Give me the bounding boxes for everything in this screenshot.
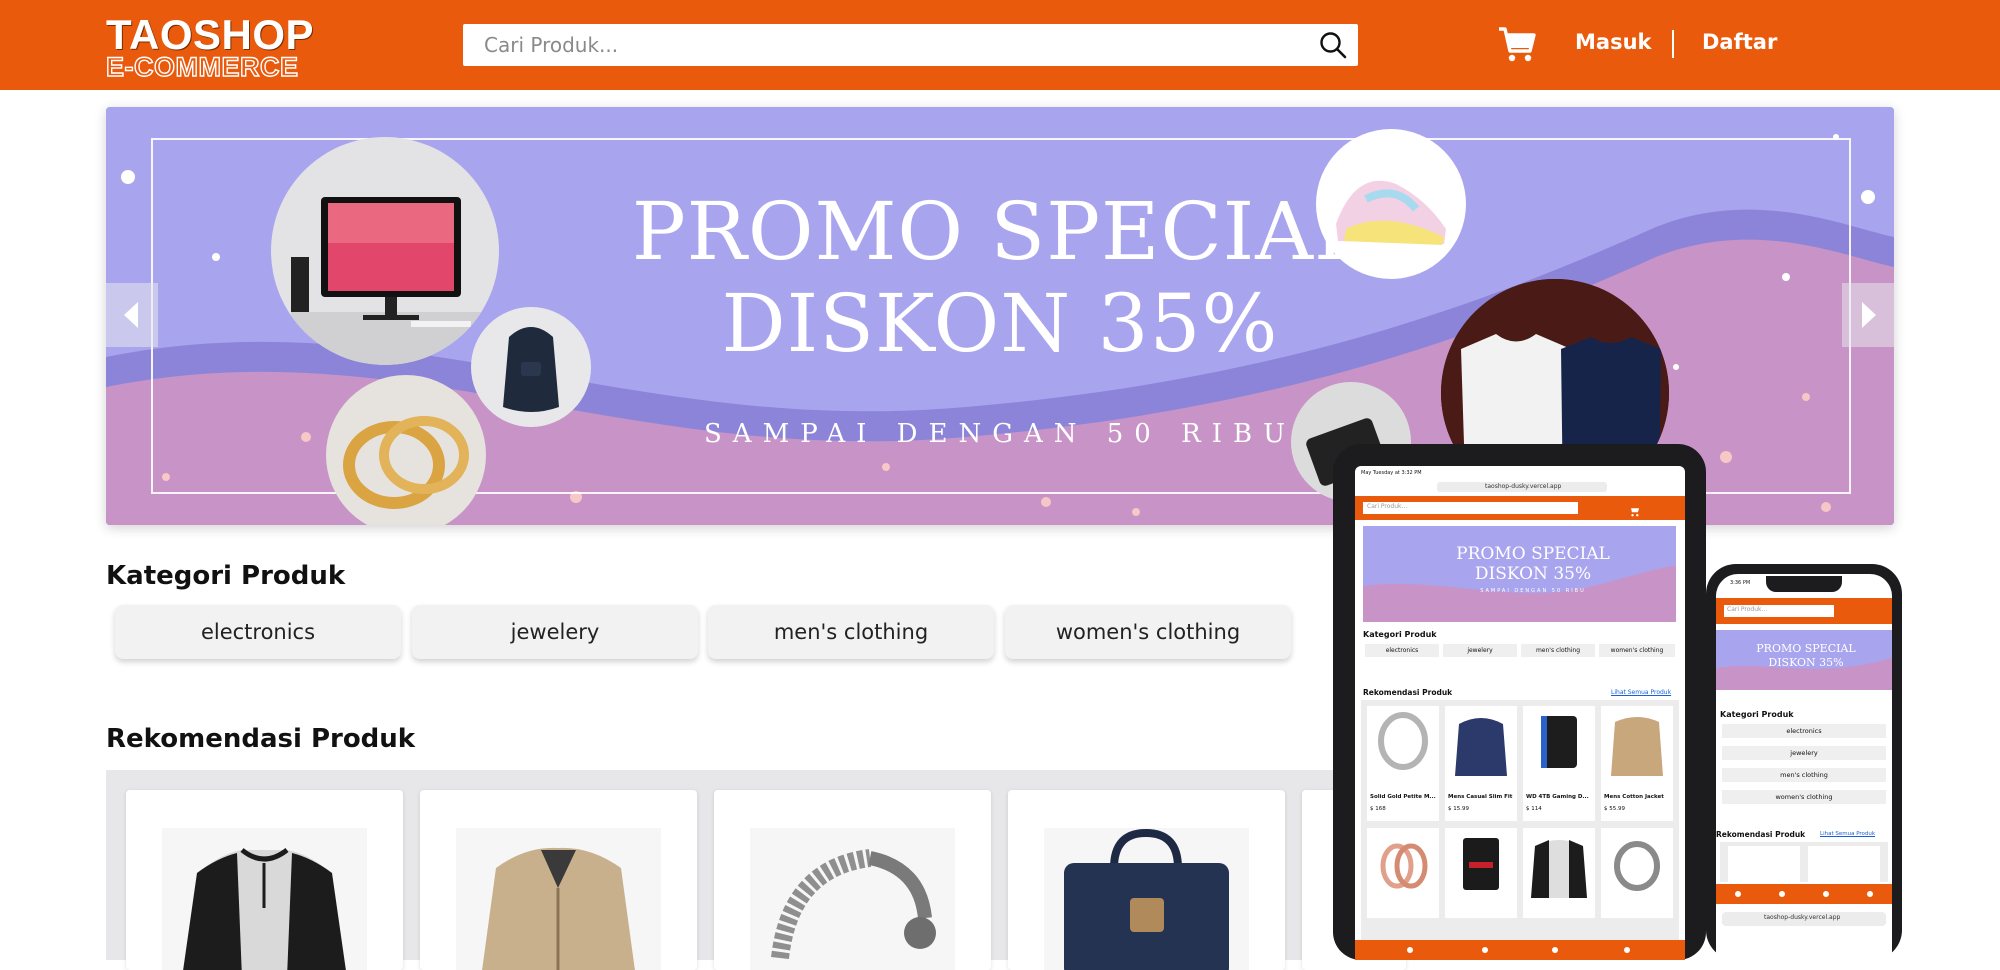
- tablet-product-card[interactable]: WD 4TB Gaming D... $ 114: [1523, 706, 1595, 821]
- tablet-see-all-link[interactable]: Lihat Semua Produk: [1611, 689, 1671, 696]
- phone-notch: [1766, 576, 1842, 592]
- phone-category-item[interactable]: women's clothing: [1722, 790, 1886, 804]
- tablet-product-card[interactable]: Solid Gold Petite M... $ 168: [1367, 706, 1439, 821]
- search-input[interactable]: [463, 24, 1293, 66]
- tablet-product-card[interactable]: [1445, 828, 1517, 918]
- chevron-left-icon: [124, 302, 138, 328]
- tablet-product-card[interactable]: Mens Casual Slim Fit $ 15.99: [1445, 706, 1517, 821]
- phone-mockup: 3:36 PM Cari Produk... PROMO SPECIAL DIS…: [1706, 564, 1902, 960]
- category-mens-clothing[interactable]: men's clothing: [708, 605, 994, 659]
- phone-screen: 3:36 PM Cari Produk... PROMO SPECIAL DIS…: [1716, 574, 1892, 960]
- banner-prev-button[interactable]: [106, 283, 158, 347]
- product-card[interactable]: [1008, 790, 1285, 970]
- phone-recommend-title: Rekomendasi Produk: [1716, 830, 1806, 839]
- nav-divider: [1672, 30, 1674, 58]
- phone-product-grid: [1720, 842, 1888, 882]
- recommendation-section-title: Rekomendasi Produk: [106, 724, 416, 754]
- rings-photo: [326, 375, 486, 525]
- tablet-product-price: $ 15.99: [1448, 806, 1469, 812]
- phone-banner-line1: PROMO SPECIAL: [1756, 642, 1856, 655]
- tablet-product-name: Solid Gold Petite M...: [1370, 794, 1436, 800]
- category-jewelery[interactable]: jewelery: [412, 605, 698, 659]
- tablet-category-item[interactable]: jewelery: [1443, 644, 1517, 657]
- tablet-status-time: May Tuesday at 3:32 PM: [1361, 470, 1422, 476]
- tablet-screen: May Tuesday at 3:32 PM taoshop-dusky.ver…: [1355, 466, 1685, 960]
- banner-next-button[interactable]: [1842, 283, 1894, 347]
- product-image: [162, 828, 367, 970]
- tablet-url: taoshop-dusky.vercel.app: [1485, 483, 1562, 490]
- tablet-product-price: $ 55.99: [1604, 806, 1625, 812]
- tablet-banner-line1: PROMO SPECIAL: [1456, 544, 1610, 564]
- product-card[interactable]: [126, 790, 403, 970]
- category-section-title: Kategori Produk: [106, 561, 346, 591]
- tablet-category-title: Kategori Produk: [1363, 630, 1437, 639]
- product-card[interactable]: [714, 790, 991, 970]
- phone-category-item[interactable]: jewelery: [1722, 746, 1886, 760]
- tablet-product-price: $ 168: [1370, 806, 1386, 812]
- phone-category-item[interactable]: men's clothing: [1722, 768, 1886, 782]
- product-card[interactable]: [420, 790, 697, 970]
- tablet-banner-line2: DISKON 35%: [1474, 564, 1592, 584]
- banner-title-line2: DISKON 35%: [721, 277, 1279, 370]
- tablet-product-card[interactable]: [1523, 828, 1595, 918]
- phone-category-title: Kategori Produk: [1720, 710, 1794, 719]
- tablet-recommend-title: Rekomendasi Produk: [1363, 688, 1453, 697]
- cart-icon[interactable]: [1497, 24, 1537, 64]
- tablet-bottom-nav: [1355, 940, 1685, 960]
- banner-title-line1: PROMO SPECIAL: [631, 185, 1369, 278]
- phone-url: taoshop-dusky.vercel.app: [1764, 914, 1841, 921]
- tablet-banner[interactable]: PROMO SPECIAL DISKON 35% SAMPAI DENGAN 5…: [1363, 526, 1676, 622]
- chevron-right-icon: [1862, 302, 1876, 328]
- phone-product-card[interactable]: [1728, 846, 1800, 882]
- tablet-category-item[interactable]: men's clothing: [1521, 644, 1595, 657]
- category-electronics[interactable]: electronics: [115, 605, 401, 659]
- product-image: [1044, 828, 1249, 970]
- brand-logo[interactable]: TAOSHOP E-COMMERCE: [105, 11, 315, 82]
- logo-line2: E-COMMERCE: [105, 52, 299, 82]
- phone-banner-line2: DISKON 35%: [1768, 656, 1844, 669]
- phone-search-placeholder: Cari Produk...: [1727, 606, 1768, 613]
- phone-category-item[interactable]: electronics: [1722, 724, 1886, 738]
- phone-bottom-nav: [1716, 884, 1892, 904]
- tablet-mockup: May Tuesday at 3:32 PM taoshop-dusky.ver…: [1333, 444, 1706, 960]
- tablet-search-placeholder: Cari Produk...: [1367, 503, 1408, 510]
- search-bar: [463, 24, 1358, 66]
- register-link[interactable]: Daftar: [1702, 30, 1777, 54]
- product-image: [750, 828, 955, 970]
- login-link[interactable]: Masuk: [1575, 30, 1651, 54]
- search-icon[interactable]: [1318, 30, 1348, 60]
- phone-status-time: 3:36 PM: [1730, 580, 1751, 586]
- tablet-banner-sub: SAMPAI DENGAN 50 RIBU: [1480, 588, 1586, 594]
- tablet-product-price: $ 114: [1526, 806, 1542, 812]
- tablet-product-card[interactable]: [1601, 828, 1673, 918]
- logo-line1: TAOSHOP: [106, 11, 315, 58]
- tablet-product-name: Mens Casual Slim Fit: [1448, 794, 1513, 800]
- tablet-product-card[interactable]: [1367, 828, 1439, 918]
- category-womens-clothing[interactable]: women's clothing: [1005, 605, 1291, 659]
- phone-banner[interactable]: PROMO SPECIAL DISKON 35%: [1716, 630, 1892, 690]
- tablet-cart-icon[interactable]: [1628, 502, 1640, 517]
- tablet-product-name: WD 4TB Gaming D...: [1526, 794, 1589, 800]
- phone-product-card[interactable]: [1808, 846, 1880, 882]
- top-header: TAOSHOP E-COMMERCE Masuk Daftar: [0, 0, 2000, 90]
- product-image: [456, 828, 661, 970]
- tablet-product-name: Mens Cotton Jacket: [1604, 794, 1664, 800]
- tablet-category-item[interactable]: women's clothing: [1599, 644, 1675, 657]
- tablet-product-card[interactable]: Mens Cotton Jacket $ 55.99: [1601, 706, 1673, 821]
- phone-see-all-link[interactable]: Lihat Semua Produk: [1820, 831, 1875, 837]
- tablet-category-item[interactable]: electronics: [1365, 644, 1439, 657]
